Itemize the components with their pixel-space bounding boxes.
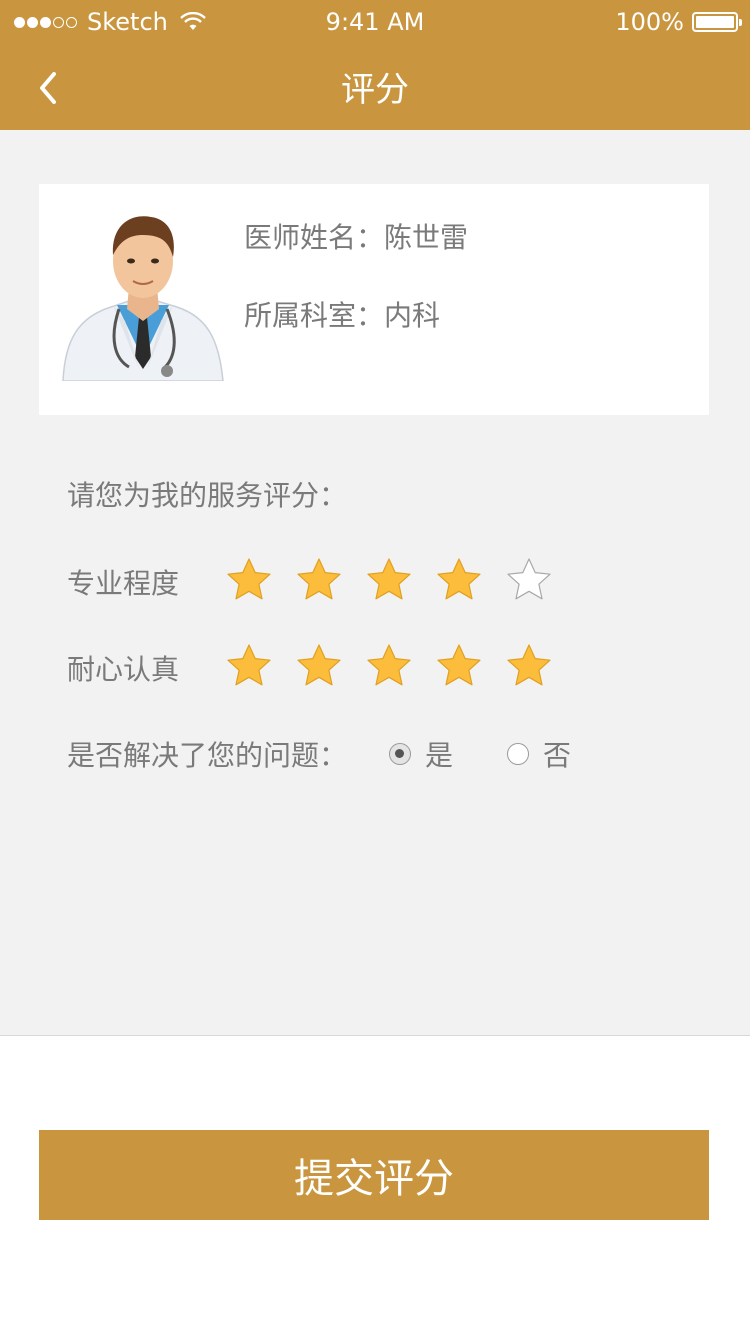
star-filled-icon[interactable] <box>295 556 343 604</box>
star-rating <box>225 642 575 690</box>
battery-icon <box>692 12 742 32</box>
radio-label-no: 否 <box>543 739 572 772</box>
rating-prompt: 请您为我的服务评分： <box>67 479 348 512</box>
rating-row-professional: 专业程度 <box>67 556 687 606</box>
doctor-card: 医师姓名：陈世雷 所属科室：内科 <box>39 184 709 415</box>
star-filled-icon[interactable] <box>365 556 413 604</box>
rating-label: 专业程度 <box>67 567 180 600</box>
star-filled-icon[interactable] <box>225 642 273 690</box>
doctor-name: 医师姓名：陈世雷 <box>244 221 469 254</box>
star-filled-icon[interactable] <box>295 642 343 690</box>
star-empty-icon[interactable] <box>505 556 553 604</box>
submit-rating-button[interactable]: 提交评分 <box>39 1130 709 1220</box>
star-rating <box>225 556 575 604</box>
question-label: 是否解决了您的问题： <box>67 739 348 772</box>
rating-label: 耐心认真 <box>67 653 180 686</box>
page-title: 评分 <box>341 70 409 110</box>
radio-button-no[interactable] <box>507 743 529 765</box>
battery-percentage: 100% <box>615 8 684 36</box>
doctor-avatar <box>62 216 224 381</box>
header: Sketch 9:41 AM 100% 评分 <box>0 0 750 130</box>
doctor-department: 所属科室：内科 <box>244 299 441 332</box>
star-filled-icon[interactable] <box>435 556 483 604</box>
bottom-bar: 提交评分 <box>0 1035 750 1334</box>
star-filled-icon[interactable] <box>225 556 273 604</box>
radio-option-yes[interactable]: 是 <box>389 734 453 774</box>
star-filled-icon[interactable] <box>365 642 413 690</box>
radio-button-yes[interactable] <box>389 743 411 765</box>
resolved-question: 是否解决了您的问题： 是 否 <box>67 734 687 774</box>
rating-row-patience: 耐心认真 <box>67 642 687 692</box>
radio-option-no[interactable]: 否 <box>507 734 571 774</box>
status-right: 100% <box>615 8 742 36</box>
radio-label-yes: 是 <box>425 739 454 772</box>
status-bar: Sketch 9:41 AM 100% <box>0 0 750 44</box>
star-filled-icon[interactable] <box>435 642 483 690</box>
star-filled-icon[interactable] <box>505 642 553 690</box>
